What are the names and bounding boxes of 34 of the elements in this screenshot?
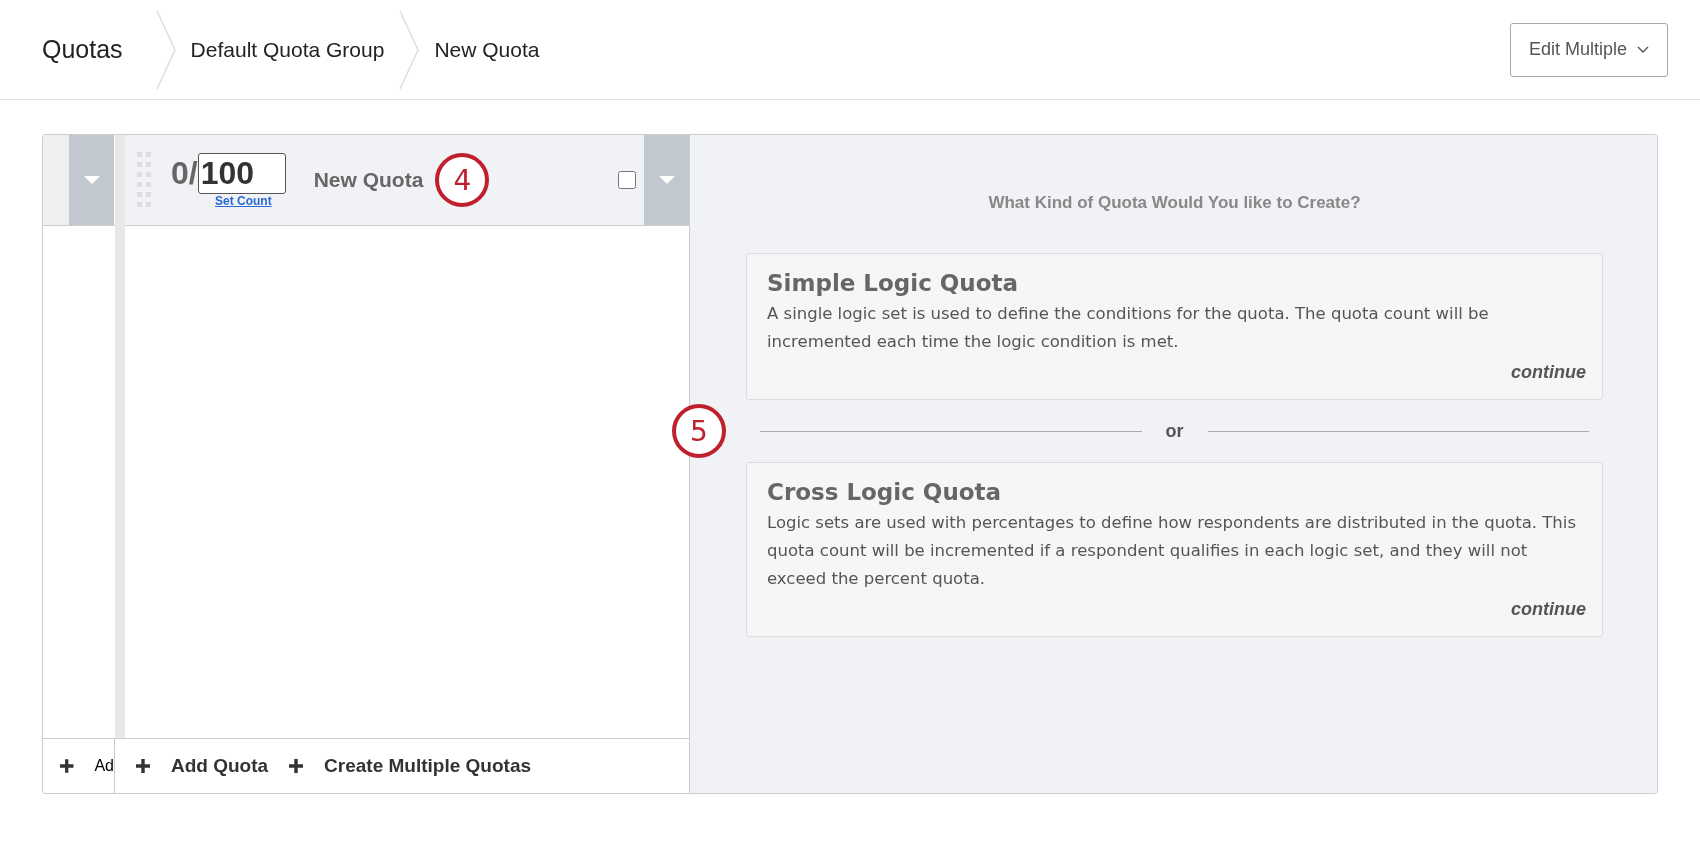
quota-name: New Quota	[313, 168, 424, 192]
group-dropdown-button[interactable]	[69, 135, 114, 225]
callout-badge: 4	[435, 153, 490, 207]
continue-link[interactable]: continue	[1511, 599, 1586, 620]
card-description: A single logic set is used to define the conditions for the quota. The quota count will be incremented each time the logic condition is met.	[767, 303, 1490, 353]
card-title: Simple Logic Quota	[767, 270, 1020, 296]
separator-label: or	[1165, 420, 1184, 442]
plus-icon	[288, 758, 305, 774]
drag-handle-icon	[137, 152, 151, 208]
breadcrumb-link[interactable]: Default Quota Group	[190, 37, 385, 62]
quota-dropdown-button[interactable]	[644, 135, 689, 225]
edit-multiple-button[interactable]: Edit Multiple	[1509, 22, 1668, 77]
toolbar-link[interactable]: Create Multiple Quotas	[288, 755, 532, 777]
picker-heading: What Kind of Quota Would You like to Create?	[987, 193, 1362, 213]
toolbar-link[interactable]: Add Quota	[135, 755, 269, 777]
quota-count: 0/	[171, 154, 198, 192]
quota-limit-field[interactable]: 100	[197, 152, 286, 194]
add-group-link[interactable]: Ad	[43, 739, 115, 793]
quota-checkbox[interactable]	[618, 171, 636, 189]
card-title: Cross Logic Quota	[767, 479, 1003, 505]
card-description: Logic sets are used with percentages to define how respondents are distributed in the quota. This quota count will be incremented if a respondent qualifies in each logic set, and they will not exceed the percent quota.	[767, 512, 1577, 590]
plus-icon	[135, 758, 151, 774]
chevron-down-icon	[1637, 45, 1649, 54]
callout-badge: 5	[672, 404, 726, 458]
set-count-link[interactable]: Set Count	[215, 193, 272, 208]
plus-icon	[59, 758, 75, 774]
resize-gutter[interactable]	[115, 135, 125, 738]
caret-down-icon	[83, 175, 100, 185]
breadcrumb-link[interactable]: Quotas	[42, 35, 123, 64]
continue-link[interactable]: continue	[1511, 362, 1586, 383]
breadcrumb-link[interactable]: New Quota	[434, 37, 540, 62]
quota-type-card[interactable]	[746, 462, 1603, 637]
caret-down-icon	[658, 175, 675, 185]
quota-type-card[interactable]: Simple Logic Quota A single logic set is used to define the conditions for the quota. The quota count will be incremented each time the logic condition is met. continue	[746, 253, 1603, 400]
